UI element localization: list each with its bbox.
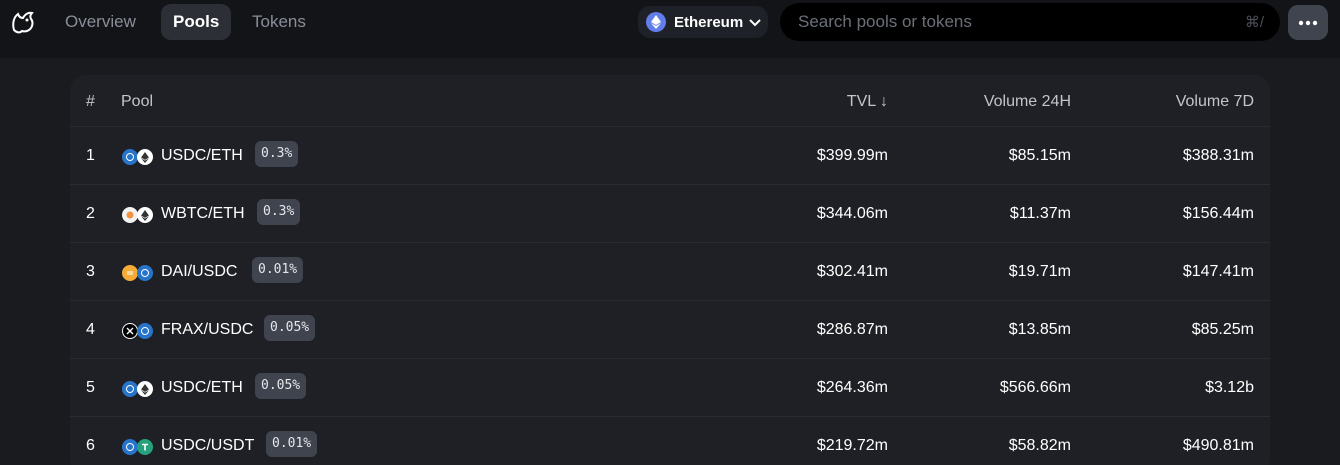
pool-pair-name: FRAX/USDC xyxy=(161,321,254,338)
pool-volume-24h: $566.66m xyxy=(999,379,1071,396)
top-navigation-bar: Overview Pools Tokens Ethereum ⌘/ xyxy=(0,0,1340,58)
pool-token-icons xyxy=(122,207,156,223)
pool-token-icons xyxy=(122,265,156,281)
column-tvl-header[interactable]: TVL ↓ xyxy=(710,93,888,111)
pool-volume-7d: $147.41m xyxy=(1182,263,1254,280)
fee-tier-badge: 0.01% xyxy=(266,431,318,457)
pool-volume-7d: $156.44m xyxy=(1182,205,1254,222)
pool-tvl: $302.41m xyxy=(816,263,888,280)
tab-pools[interactable]: Pools xyxy=(161,4,232,40)
table-row[interactable]: 4 FRAX/USDC 0.05% $286.87m $13.85m $85.2… xyxy=(70,301,1270,359)
wbtc-icon xyxy=(122,207,138,223)
table-row[interactable]: 3 DAI/USDC 0.01% $302.41m $19.71m $147.4… xyxy=(70,243,1270,301)
usdc-icon xyxy=(122,381,138,397)
pool-pair-name: WBTC/ETH xyxy=(161,205,245,222)
pool-volume-24h: $58.82m xyxy=(1008,437,1071,454)
pool-tvl: $399.99m xyxy=(816,147,888,164)
network-selector[interactable]: Ethereum xyxy=(638,6,768,38)
pool-rank: 1 xyxy=(86,147,95,164)
pool-token-icons xyxy=(122,381,156,397)
pool-volume-24h: $11.37m xyxy=(1009,205,1071,222)
pool-pair-name: USDC/USDT xyxy=(161,437,255,454)
pool-volume-7d: $3.12b xyxy=(1205,379,1254,396)
pool-rank: 5 xyxy=(86,379,95,396)
pool-pair-name: USDC/ETH xyxy=(161,379,243,396)
usdc-icon xyxy=(122,149,138,165)
tab-overview[interactable]: Overview xyxy=(53,4,148,40)
table-row[interactable]: 6 USDC/USDT 0.01% $219.72m $58.82m $490.… xyxy=(70,417,1270,465)
pool-tvl: $344.06m xyxy=(816,205,888,222)
column-volume-24h-header[interactable]: Volume 24H xyxy=(910,93,1071,111)
eth-icon xyxy=(137,381,153,397)
pool-volume-7d: $490.81m xyxy=(1182,437,1254,454)
table-header: # Pool TVL ↓ Volume 24H Volume 7D xyxy=(70,75,1270,127)
more-dots-icon xyxy=(1298,20,1318,25)
pool-volume-24h: $85.15m xyxy=(1008,147,1071,164)
column-pool-header: Pool xyxy=(121,93,154,110)
column-rank-header: # xyxy=(86,93,95,110)
chevron-down-icon xyxy=(749,14,761,31)
dai-icon xyxy=(122,265,138,281)
fee-tier-badge: 0.3% xyxy=(257,199,301,225)
network-label: Ethereum xyxy=(674,13,744,31)
pool-pair-name: DAI/USDC xyxy=(161,263,238,280)
pool-token-icons xyxy=(122,323,156,339)
pool-rank: 2 xyxy=(86,205,95,222)
fee-tier-badge: 0.05% xyxy=(255,373,307,399)
eth-icon xyxy=(137,149,153,165)
pool-tvl: $286.87m xyxy=(816,321,888,338)
fee-tier-badge: 0.05% xyxy=(264,315,316,341)
pools-table: # Pool TVL ↓ Volume 24H Volume 7D 1 USDC… xyxy=(70,75,1270,465)
usdt-icon xyxy=(137,439,153,455)
pool-pair-name: USDC/ETH xyxy=(161,147,243,164)
pool-volume-24h: $13.85m xyxy=(1008,321,1071,338)
table-row[interactable]: 5 USDC/ETH 0.05% $264.36m $566.66m $3.12… xyxy=(70,359,1270,417)
fee-tier-badge: 0.3% xyxy=(255,141,299,167)
pool-volume-24h: $19.71m xyxy=(1008,263,1071,280)
column-volume-7d-header[interactable]: Volume 7D xyxy=(1090,93,1254,111)
search-bar: ⌘/ xyxy=(780,3,1280,41)
uniswap-logo-icon[interactable] xyxy=(8,8,38,36)
pool-token-icons xyxy=(122,149,156,165)
search-shortcut-hint: ⌘/ xyxy=(1244,14,1264,31)
pool-volume-7d: $85.25m xyxy=(1191,321,1254,338)
pool-token-icons xyxy=(122,439,156,455)
frax-icon xyxy=(122,323,138,339)
ethereum-icon xyxy=(646,12,666,32)
usdc-icon xyxy=(137,265,153,281)
table-row[interactable]: 2 WBTC/ETH 0.3% $344.06m $11.37m $156.44… xyxy=(70,185,1270,243)
usdc-icon xyxy=(137,323,153,339)
pool-tvl: $264.36m xyxy=(816,379,888,396)
pool-rank: 3 xyxy=(86,263,95,280)
search-input[interactable] xyxy=(798,12,1218,32)
usdc-icon xyxy=(122,439,138,455)
pool-volume-7d: $388.31m xyxy=(1182,147,1254,164)
eth-icon xyxy=(137,207,153,223)
fee-tier-badge: 0.01% xyxy=(252,257,304,283)
tab-tokens[interactable]: Tokens xyxy=(240,4,318,40)
pool-rank: 4 xyxy=(86,321,95,338)
pool-rank: 6 xyxy=(86,437,95,454)
table-row[interactable]: 1 USDC/ETH 0.3% $399.99m $85.15m $388.31… xyxy=(70,127,1270,185)
more-menu-button[interactable] xyxy=(1288,5,1328,40)
pool-tvl: $219.72m xyxy=(816,437,888,454)
